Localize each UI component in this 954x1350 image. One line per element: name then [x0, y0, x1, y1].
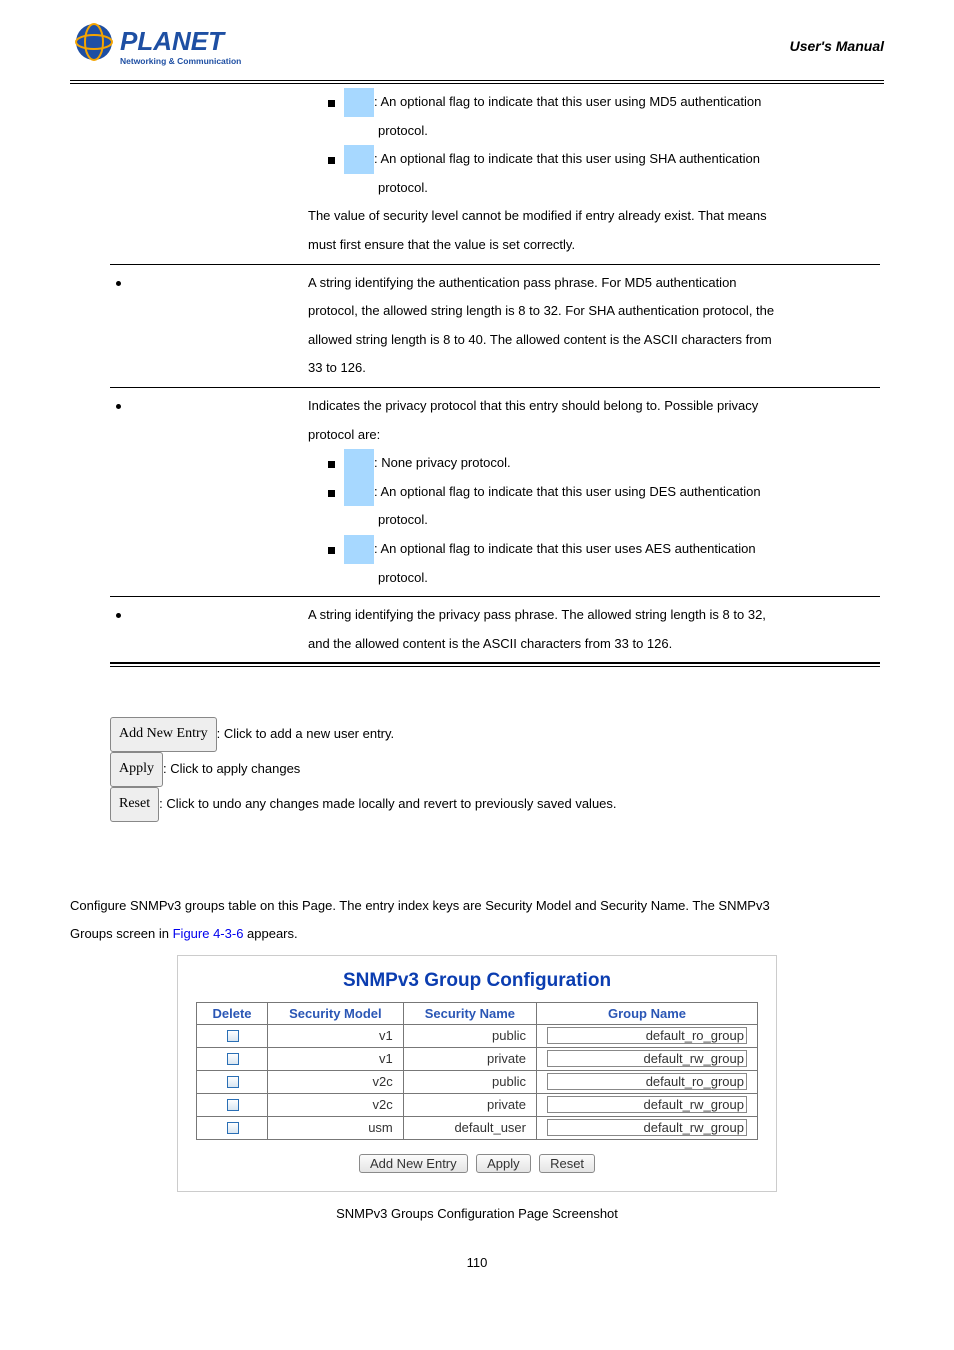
col-security-model: Security Model — [268, 1002, 404, 1024]
highlight-md5 — [344, 88, 374, 117]
cell-security-name: private — [403, 1047, 536, 1070]
table-row: : An optional flag to indicate that this… — [110, 84, 880, 264]
bullet-icon — [116, 404, 121, 409]
screenshot-apply-button[interactable]: Apply — [476, 1154, 531, 1173]
cell-security-model: usm — [268, 1116, 404, 1139]
cell-security-name: public — [403, 1070, 536, 1093]
highlight-none — [344, 449, 374, 478]
group-name-input[interactable] — [547, 1027, 747, 1044]
legend-row: Add New Entry: Click to add a new user e… — [110, 717, 884, 752]
reset-button[interactable]: Reset — [110, 787, 159, 822]
list-item: : An optional flag to indicate that this… — [328, 88, 874, 145]
delete-checkbox[interactable] — [227, 1122, 239, 1134]
screenshot-title: SNMPv3 Group Configuration — [196, 970, 758, 992]
table-row: v2cprivate — [197, 1093, 758, 1116]
manual-title: User's Manual — [790, 38, 884, 54]
table-row: v1public — [197, 1024, 758, 1047]
table-row: Indicates the privacy protocol that this… — [110, 387, 880, 596]
figure-caption: SNMPv3 Groups Configuration Page Screens… — [70, 1206, 884, 1221]
cell-security-model: v1 — [268, 1047, 404, 1070]
brand-top-text: PLANET — [120, 26, 226, 56]
brand-logo: PLANET Networking & Communication — [70, 20, 260, 72]
table-row: v2cpublic — [197, 1070, 758, 1093]
col-delete: Delete — [197, 1002, 268, 1024]
delete-checkbox[interactable] — [227, 1030, 239, 1042]
list-item: : An optional flag to indicate that this… — [328, 478, 874, 535]
group-name-input[interactable] — [547, 1050, 747, 1067]
buttons-legend: Add New Entry: Click to add a new user e… — [110, 717, 884, 821]
bullet-icon — [116, 281, 121, 286]
delete-checkbox[interactable] — [227, 1076, 239, 1088]
delete-checkbox[interactable] — [227, 1053, 239, 1065]
legend-row: Reset: Click to undo any changes made lo… — [110, 787, 884, 822]
legend-row: Apply: Click to apply changes — [110, 752, 884, 787]
highlight-aes — [344, 535, 374, 564]
page: PLANET Networking & Communication User's… — [0, 0, 954, 1350]
page-number: 110 — [70, 1255, 884, 1270]
table-row: usmdefault_user — [197, 1116, 758, 1139]
cell-security-name: public — [403, 1024, 536, 1047]
table-row: A string identifying the authentication … — [110, 264, 880, 387]
list-item: : An optional flag to indicate that this… — [328, 145, 874, 202]
figure-link[interactable]: Figure 4-3-6 — [173, 926, 244, 941]
snmp-group-screenshot: SNMPv3 Group Configuration Delete Securi… — [177, 955, 777, 1192]
snmp-group-table: Delete Security Model Security Name Grou… — [196, 1002, 758, 1140]
screenshot-add-button[interactable]: Add New Entry — [359, 1154, 468, 1173]
col-group-name: Group Name — [537, 1002, 758, 1024]
page-header: PLANET Networking & Communication User's… — [70, 20, 884, 80]
cell-security-model: v2c — [268, 1093, 404, 1116]
cell-security-name: private — [403, 1093, 536, 1116]
priv-proto-list: : None privacy protocol. : An optional f… — [308, 449, 874, 592]
table-row: v1private — [197, 1047, 758, 1070]
brand-sub-text: Networking & Communication — [120, 56, 241, 66]
table-end-divider — [110, 663, 880, 667]
group-name-input[interactable] — [547, 1073, 747, 1090]
add-new-entry-button[interactable]: Add New Entry — [110, 717, 217, 752]
delete-checkbox[interactable] — [227, 1099, 239, 1111]
highlight-des — [344, 478, 374, 507]
screenshot-button-row: Add New Entry Apply Reset — [196, 1154, 758, 1173]
bullet-icon — [116, 613, 121, 618]
group-name-input[interactable] — [547, 1119, 747, 1136]
list-item: : None privacy protocol. — [328, 449, 874, 478]
col-security-name: Security Name — [403, 1002, 536, 1024]
section-intro: Configure SNMPv3 groups table on this Pa… — [70, 892, 884, 949]
apply-button[interactable]: Apply — [110, 752, 163, 787]
group-name-input[interactable] — [547, 1096, 747, 1113]
cell-security-name: default_user — [403, 1116, 536, 1139]
cell-security-model: v1 — [268, 1024, 404, 1047]
list-item: : An optional flag to indicate that this… — [328, 535, 874, 592]
screenshot-reset-button[interactable]: Reset — [539, 1154, 595, 1173]
auth-proto-list: : An optional flag to indicate that this… — [308, 88, 874, 202]
table-row: A string identifying the privacy pass ph… — [110, 597, 880, 663]
parameter-table: : An optional flag to indicate that this… — [110, 84, 880, 663]
cell-security-model: v2c — [268, 1070, 404, 1093]
highlight-sha — [344, 145, 374, 174]
